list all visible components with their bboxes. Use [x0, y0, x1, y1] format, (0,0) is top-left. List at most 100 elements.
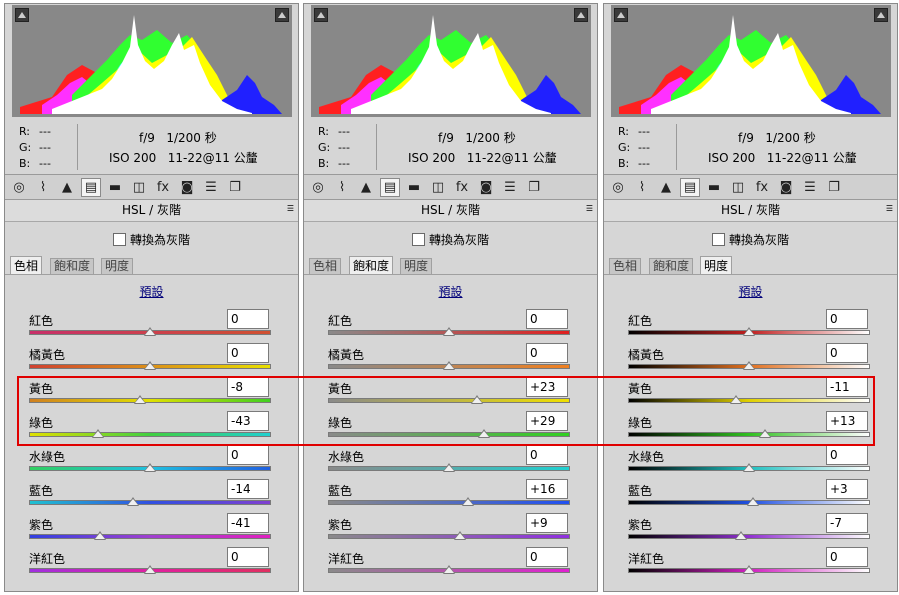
slider-value-field[interactable]: 0 [227, 547, 269, 567]
tab-hue[interactable]: 色相 [609, 258, 642, 274]
tone-curve-icon[interactable]: ⌇ [332, 178, 352, 197]
convert-grayscale-option[interactable]: 轉換為灰階 [712, 232, 789, 248]
slider-value-field[interactable]: 0 [227, 309, 269, 329]
hsl-icon[interactable]: ▤ [680, 178, 700, 197]
slider-thumb[interactable] [127, 497, 140, 506]
snapshots-icon[interactable]: ❐ [824, 178, 844, 197]
tab-hue[interactable]: 色相 [309, 258, 342, 274]
tab-hue[interactable]: 色相 [10, 256, 43, 274]
slider-thumb[interactable] [453, 531, 466, 540]
slider-value-field[interactable]: -41 [227, 513, 269, 533]
camera-calibration-icon[interactable]: ◙ [177, 178, 197, 197]
presets-icon[interactable]: ☰ [500, 178, 520, 197]
snapshots-icon[interactable]: ❐ [225, 178, 245, 197]
slider-thumb[interactable] [462, 497, 475, 506]
hsl-icon[interactable]: ▤ [81, 178, 101, 197]
default-preset-link[interactable]: 預設 [139, 285, 163, 299]
slider-value-field[interactable]: -7 [826, 513, 868, 533]
slider-thumb[interactable] [743, 327, 755, 336]
tab-saturation[interactable]: 飽和度 [50, 258, 95, 274]
slider-value-field[interactable]: 0 [826, 343, 868, 363]
highlight-clipping-warning-icon[interactable] [574, 8, 588, 22]
default-preset-link[interactable]: 預設 [738, 285, 762, 299]
slider-value-field[interactable]: 0 [826, 445, 868, 465]
grayscale-checkbox[interactable] [412, 233, 425, 246]
aperture-icon[interactable]: ◎ [9, 178, 29, 197]
slider-value-field[interactable]: 0 [526, 445, 568, 465]
convert-grayscale-option[interactable]: 轉換為灰階 [113, 232, 190, 248]
b-label: B: [618, 157, 630, 170]
slider-thumb[interactable] [734, 531, 747, 540]
tone-curve-icon[interactable]: ⌇ [632, 178, 652, 197]
aperture-icon[interactable]: ◎ [308, 178, 328, 197]
default-preset-link[interactable]: 預設 [438, 285, 462, 299]
tone-curve-icon[interactable]: ⌇ [33, 178, 53, 197]
slider-thumb[interactable] [443, 463, 455, 472]
presets-icon[interactable]: ☰ [800, 178, 820, 197]
tab-luminance[interactable]: 明度 [400, 258, 433, 274]
slider-thumb[interactable] [144, 565, 156, 574]
slider-thumb[interactable] [94, 531, 107, 540]
aperture-icon[interactable]: ◎ [608, 178, 628, 197]
effects-icon[interactable]: fx [752, 178, 772, 197]
slider-thumb[interactable] [144, 463, 156, 472]
slider-thumb[interactable] [743, 361, 755, 370]
slider-thumb[interactable] [443, 565, 455, 574]
effects-icon[interactable]: fx [153, 178, 173, 197]
slider-thumb[interactable] [443, 361, 455, 370]
shadow-clipping-warning-icon[interactable] [614, 8, 628, 22]
slider-track[interactable] [29, 534, 271, 539]
highlight-clipping-warning-icon[interactable] [874, 8, 888, 22]
lens-corrections-icon[interactable]: ◫ [728, 178, 748, 197]
split-toning-icon[interactable]: ▬ [105, 178, 125, 197]
detail-icon[interactable]: ▲ [57, 178, 77, 197]
lens-corrections-icon[interactable]: ◫ [129, 178, 149, 197]
slider-value-field[interactable]: 0 [826, 309, 868, 329]
slider-value-field[interactable]: 0 [526, 547, 568, 567]
camera-calibration-icon[interactable]: ◙ [776, 178, 796, 197]
tab-luminance[interactable]: 明度 [101, 258, 134, 274]
panel-menu-icon[interactable]: ☰ [586, 203, 593, 215]
slider-track[interactable] [328, 500, 570, 505]
grayscale-checkbox[interactable] [113, 233, 126, 246]
iso-value: ISO 200 [708, 151, 756, 165]
slider-thumb[interactable] [746, 497, 759, 506]
detail-icon[interactable]: ▲ [356, 178, 376, 197]
slider-track[interactable] [328, 534, 570, 539]
panel-menu-icon[interactable]: ☰ [886, 203, 893, 215]
slider-value-field[interactable]: 0 [526, 309, 568, 329]
detail-icon[interactable]: ▲ [656, 178, 676, 197]
grayscale-checkbox[interactable] [712, 233, 725, 246]
snapshots-icon[interactable]: ❐ [524, 178, 544, 197]
slider-value-field[interactable]: 0 [227, 343, 269, 363]
slider-value-field[interactable]: +9 [526, 513, 568, 533]
tab-saturation[interactable]: 飽和度 [349, 256, 394, 274]
slider-thumb[interactable] [144, 327, 156, 336]
presets-icon[interactable]: ☰ [201, 178, 221, 197]
panel-menu-icon[interactable]: ☰ [287, 203, 294, 215]
highlight-clipping-warning-icon[interactable] [275, 8, 289, 22]
slider-track[interactable] [29, 500, 271, 505]
slider-thumb[interactable] [144, 361, 156, 370]
slider-track[interactable] [628, 534, 870, 539]
slider-thumb[interactable] [443, 327, 455, 336]
split-toning-icon[interactable]: ▬ [704, 178, 724, 197]
camera-calibration-icon[interactable]: ◙ [476, 178, 496, 197]
tab-luminance[interactable]: 明度 [700, 256, 733, 274]
lens-corrections-icon[interactable]: ◫ [428, 178, 448, 197]
slider-value-field[interactable]: 0 [526, 343, 568, 363]
shadow-clipping-warning-icon[interactable] [15, 8, 29, 22]
effects-icon[interactable]: fx [452, 178, 472, 197]
convert-grayscale-option[interactable]: 轉換為灰階 [412, 232, 489, 248]
hsl-icon[interactable]: ▤ [380, 178, 400, 197]
split-toning-icon[interactable]: ▬ [404, 178, 424, 197]
slider-value-field[interactable]: +3 [826, 479, 868, 499]
slider-thumb[interactable] [743, 463, 755, 472]
slider-value-field[interactable]: 0 [826, 547, 868, 567]
tab-saturation[interactable]: 飽和度 [649, 258, 694, 274]
slider-thumb[interactable] [743, 565, 755, 574]
shadow-clipping-warning-icon[interactable] [314, 8, 328, 22]
slider-value-field[interactable]: +16 [526, 479, 568, 499]
slider-value-field[interactable]: 0 [227, 445, 269, 465]
slider-value-field[interactable]: -14 [227, 479, 269, 499]
